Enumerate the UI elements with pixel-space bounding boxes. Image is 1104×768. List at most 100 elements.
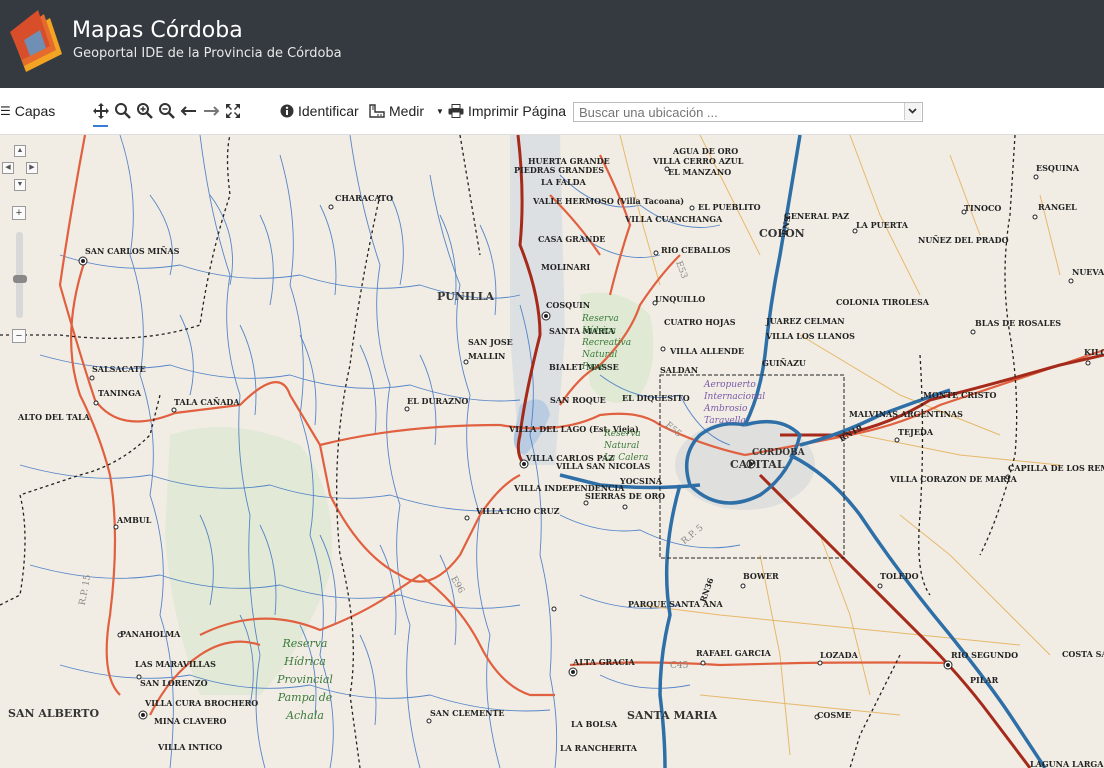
place-label: SIERRAS DE ORO: [585, 491, 666, 501]
active-tool-indicator: [93, 125, 108, 127]
place-label: UNQUILLO: [655, 294, 706, 304]
department-label: SAN ALBERTO: [8, 707, 100, 720]
measure-button[interactable]: Medir ▼: [369, 103, 444, 119]
app-subtitle: Geoportal IDE de la Provincia de Córdoba: [73, 46, 342, 61]
place-label: VILLA INTICO: [158, 742, 223, 752]
expand-icon[interactable]: [224, 102, 242, 120]
place-label: SAN JOSE: [468, 337, 513, 347]
place-label: PILAR: [970, 675, 999, 685]
place-label: EL PUEBLITO: [698, 202, 761, 212]
zoom-slider-handle[interactable]: [13, 274, 27, 283]
place-label: EL MANZANO: [668, 167, 732, 177]
reserve-label: Reserva Hídrica Provincial Pampa de Acha…: [277, 637, 333, 722]
pan-right-button[interactable]: ▶: [26, 162, 38, 174]
place-label: BLAS DE ROSALES: [975, 318, 1062, 328]
place-label: KILO: [1084, 347, 1104, 357]
place-label: CUATRO HOJAS: [664, 317, 736, 327]
zoom-in-button[interactable]: +: [12, 206, 26, 220]
place-label: CHARACATO: [335, 193, 394, 203]
place-label: RIO CEBALLOS: [661, 245, 731, 255]
pan-down-button[interactable]: ▼: [14, 179, 26, 191]
place-label: ESQUINA: [1036, 163, 1080, 173]
print-label: Imprimir Página: [468, 103, 567, 119]
place-label: VILLA ICHO CRUZ: [476, 506, 560, 516]
city-label: CORDOBA: [752, 448, 805, 458]
place-label: ALTO DEL TALA: [18, 412, 90, 422]
pan-up-button[interactable]: ▲: [14, 145, 26, 157]
measure-label: Medir: [389, 103, 425, 119]
place-label: AGUA DE ORO: [673, 146, 739, 156]
place-label: TOLEDO: [880, 571, 919, 581]
place-label: CAPILLA DE LOS REMEI: [1008, 463, 1104, 473]
place-label: COSME: [817, 710, 852, 720]
place-label: SAN CARLOS MIÑAS: [85, 246, 180, 256]
place-label: TALA CAÑADA: [174, 397, 240, 407]
place-label: SAN LORENZO: [140, 678, 208, 688]
zoom-out-button[interactable]: −: [12, 329, 26, 343]
app-header: Mapas Córdoba Geoportal IDE de la Provin…: [0, 0, 1104, 88]
place-label: LAGUNA LARGA: [1030, 759, 1104, 768]
place-label: PARQUE SANTA ANA: [628, 599, 723, 609]
place-label: PANAHOLMA: [120, 629, 181, 639]
place-label: YOCSINA: [620, 476, 663, 486]
place-label: EL DIQUESITO: [622, 393, 690, 403]
place-label: BOWER: [743, 571, 779, 581]
place-label: VILLA CORAZON DE MARIA: [890, 474, 1017, 484]
place-label: NUEVA A: [1072, 267, 1104, 277]
road-label: C45: [670, 661, 689, 671]
place-label: LA FALDA: [541, 177, 586, 187]
place-label: TANINGA: [98, 388, 142, 398]
place-label: SAN CLEMENTE: [430, 708, 505, 718]
app-logo-icon: [10, 10, 62, 72]
menu-icon: ☰: [0, 104, 11, 118]
reserve-label: Reserva Hídrica Recreativa Natural Pque: [582, 314, 632, 372]
place-label: VALLE HERMOSO (Villa Tacoana): [533, 196, 685, 206]
place-label: COSQUIN: [546, 300, 591, 310]
place-label: SALDAN: [660, 365, 699, 375]
place-label: RAFAEL GARCIA: [696, 648, 771, 658]
place-label: JUAREZ CELMAN: [766, 316, 845, 326]
place-label: LOZADA: [820, 650, 858, 660]
place-label: LA RANCHERITA: [560, 743, 637, 753]
print-button[interactable]: Imprimir Página: [448, 103, 566, 119]
chevron-down-icon: [908, 108, 917, 114]
toolbar: ☰ Capas Identificar Medir ▼ Imprimir Pág…: [0, 88, 1104, 135]
search-dropdown-button[interactable]: [904, 103, 921, 120]
zoom-in-icon[interactable]: [136, 102, 154, 120]
magnifier-icon[interactable]: [114, 102, 132, 120]
arrow-right-icon[interactable]: [202, 102, 220, 120]
move-icon[interactable]: [92, 102, 110, 120]
pan-left-button[interactable]: ◀: [2, 162, 14, 174]
reserve-label: Reserva Natural La Calera: [604, 429, 649, 463]
app-title: Mapas Córdoba: [72, 18, 243, 43]
place-label: GENERAL PAZ: [784, 211, 850, 221]
place-label: GUIÑAZU: [762, 358, 806, 368]
department-label: SANTA MARIA: [627, 709, 718, 722]
place-label: RIO SEGUNDO: [951, 650, 1019, 660]
place-label: EL DURAZNO: [407, 396, 469, 406]
caret-down-icon[interactable]: ▼: [436, 107, 444, 116]
identify-button[interactable]: Identificar: [280, 103, 359, 119]
place-label: LA PUERTA: [856, 220, 908, 230]
place-label: NUÑEZ DEL PRADO: [918, 235, 1009, 245]
info-icon: [280, 104, 294, 118]
place-label: TINOCO: [964, 203, 1002, 213]
place-label: VILLA CERRO AZUL: [653, 156, 744, 166]
place-label: MINA CLAVERO: [154, 716, 227, 726]
place-label: MONTE CRISTO: [923, 390, 997, 400]
place-label: LA BOLSA: [571, 719, 618, 729]
printer-icon: [448, 104, 464, 118]
arrow-left-icon[interactable]: [180, 102, 198, 120]
layers-label: Capas: [14, 103, 56, 119]
map-layers: [0, 135, 1104, 768]
layers-button[interactable]: ☰ Capas: [0, 103, 55, 119]
zoom-out-icon[interactable]: [158, 102, 176, 120]
department-label: PUNILLA: [437, 290, 495, 303]
place-label: TEJEDA: [898, 427, 934, 437]
place-label: SAN ROQUE: [550, 395, 606, 405]
place-label: SALSACATE: [92, 364, 146, 374]
location-search-input[interactable]: [573, 102, 923, 122]
map-canvas[interactable]: HUERTA GRANDE PIEDRAS GRANDES LA FALDA V…: [0, 135, 1104, 768]
place-label: ALTA GRACIA: [573, 657, 635, 667]
place-label: LAS MARAVILLAS: [135, 659, 216, 669]
